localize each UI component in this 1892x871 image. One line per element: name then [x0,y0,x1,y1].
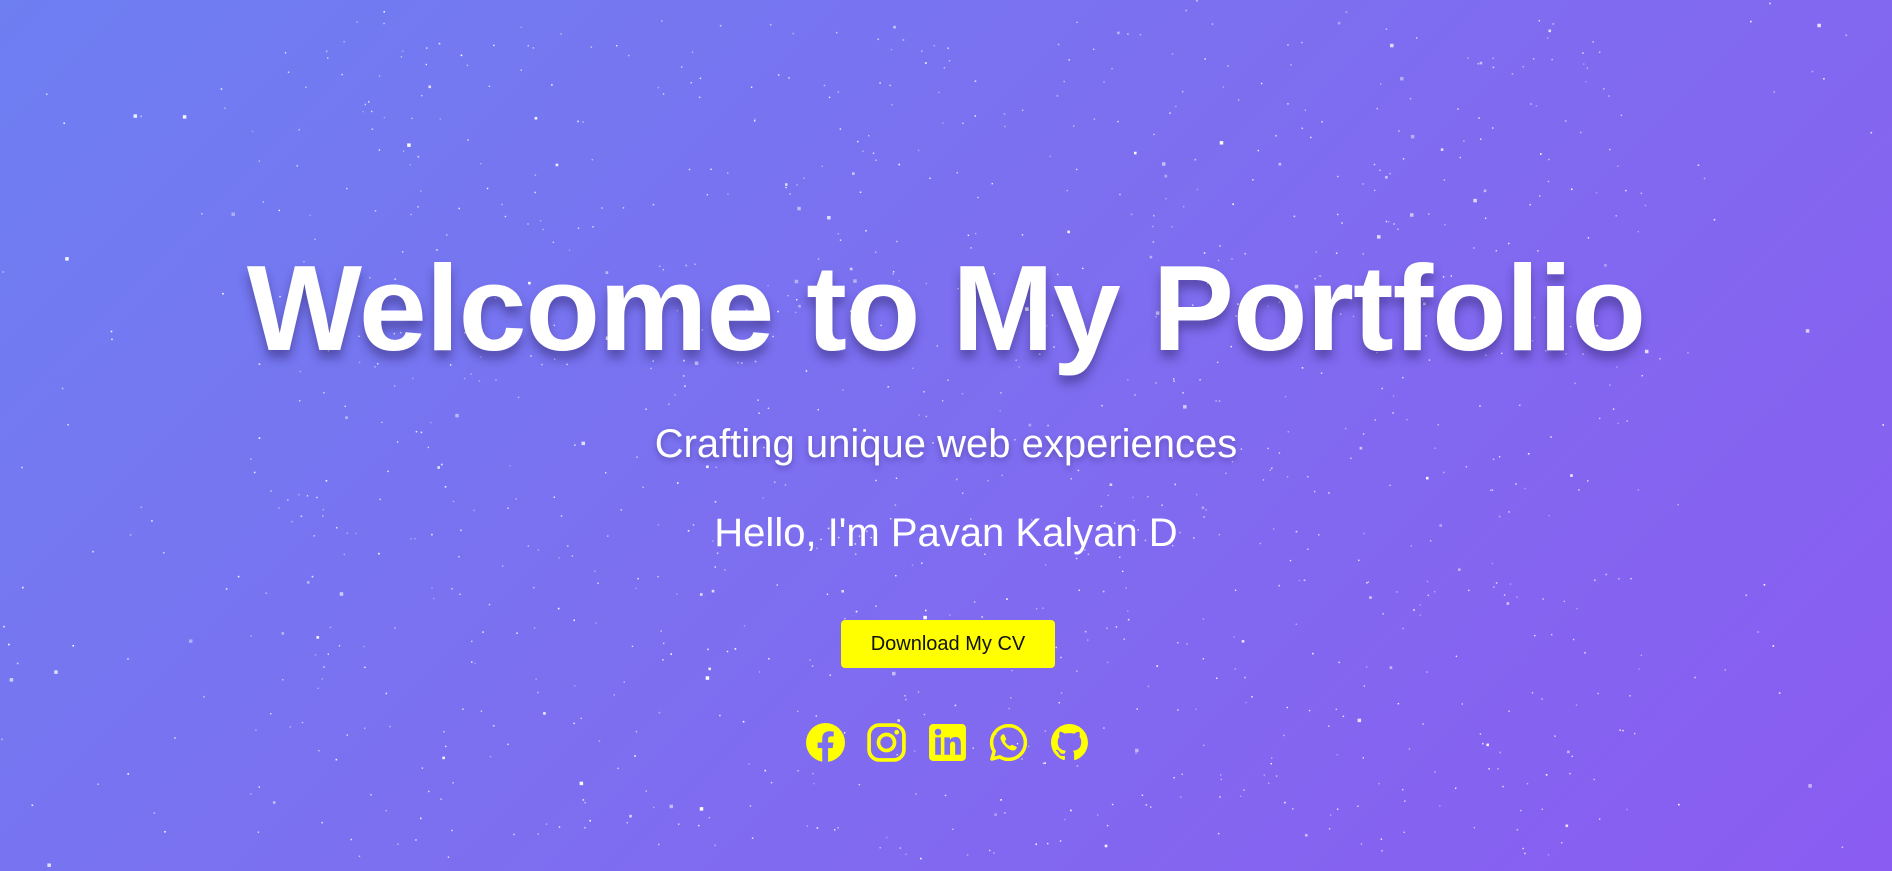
instagram-icon [866,723,906,762]
hero-section: Welcome to My Portfolio Crafting unique … [0,0,1892,871]
github-link[interactable] [1049,722,1090,763]
download-cv-button[interactable]: Download My CV [841,620,1055,668]
github-icon [1050,724,1088,761]
hero-subtitle: Crafting unique web experiences [654,422,1238,466]
linkedin-link[interactable] [927,722,968,763]
facebook-link[interactable] [805,722,846,763]
page-title: Welcome to My Portfolio [246,240,1646,376]
whatsapp-link[interactable] [988,722,1029,763]
facebook-icon [805,723,845,763]
whatsapp-icon [989,723,1027,762]
social-links [0,722,1892,764]
linkedin-icon [928,724,966,761]
instagram-link[interactable] [866,722,907,763]
hero-greeting: Hello, I'm Pavan Kalyan D [714,511,1178,555]
